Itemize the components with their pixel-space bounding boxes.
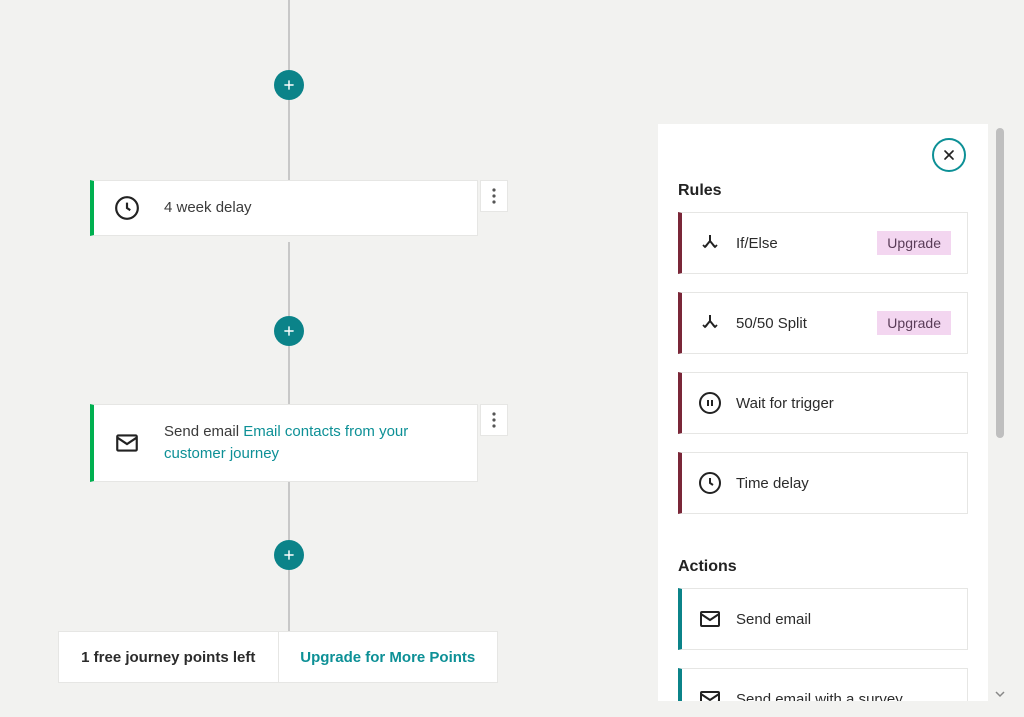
step-picker-panel-wrap: Rules If/Else Upgrade 50/50 Split Upgrad… [658,124,1008,701]
split-icon [698,311,736,335]
node-menu-button[interactable] [480,404,508,436]
rules-section-title: Rules [678,182,968,200]
rule-item-timedelay[interactable]: Time delay [678,452,968,514]
action-label: Send email with a survey [736,691,951,702]
connector-line [288,346,290,404]
connector-line [288,0,290,70]
clock-icon [114,195,154,221]
upgrade-badge: Upgrade [877,231,951,255]
journey-points-footer: 1 free journey points left Upgrade for M… [58,631,498,683]
journey-node-email[interactable]: Send email Email contacts from your cust… [90,404,508,482]
rule-label: If/Else [736,235,877,252]
email-prefix: Send email [164,423,243,440]
action-label: Send email [736,611,951,628]
action-item-sendemail[interactable]: Send email [678,588,968,650]
rule-label: Wait for trigger [736,395,951,412]
upgrade-points-button[interactable]: Upgrade for More Points [279,632,498,682]
rule-label: Time delay [736,475,951,492]
actions-section-title: Actions [678,558,968,576]
points-remaining: 1 free journey points left [59,632,279,682]
rule-item-ifelse[interactable]: If/Else Upgrade [678,212,968,274]
action-item-sendemail-survey[interactable]: Send email with a survey [678,668,968,701]
journey-node-delay[interactable]: 4 week delay [90,180,508,236]
envelope-check-icon [698,687,736,701]
rule-label: 50/50 Split [736,315,877,332]
panel-scrollbar[interactable] [988,124,1008,701]
connector-line [288,480,290,540]
points-text: 1 free journey points left [81,649,255,666]
envelope-icon [698,607,736,631]
add-step-button[interactable] [274,70,304,100]
add-step-button[interactable] [274,540,304,570]
connector-line [288,242,290,316]
rule-item-wait[interactable]: Wait for trigger [678,372,968,434]
upgrade-badge: Upgrade [877,311,951,335]
split-icon [698,231,736,255]
scroll-down-arrow[interactable] [994,687,1006,699]
scrollbar-thumb[interactable] [996,128,1004,438]
delay-label: 4 week delay [154,197,252,220]
rule-item-split[interactable]: 50/50 Split Upgrade [678,292,968,354]
email-label: Send email Email contacts from your cust… [154,421,457,466]
close-button[interactable] [932,138,966,172]
envelope-icon [114,430,154,456]
node-menu-button[interactable] [480,180,508,212]
add-step-button[interactable] [274,316,304,346]
clock-icon [698,471,736,495]
connector-line [288,100,290,180]
connector-line [288,570,290,632]
pause-icon [698,391,736,415]
step-picker-panel: Rules If/Else Upgrade 50/50 Split Upgrad… [658,124,988,701]
